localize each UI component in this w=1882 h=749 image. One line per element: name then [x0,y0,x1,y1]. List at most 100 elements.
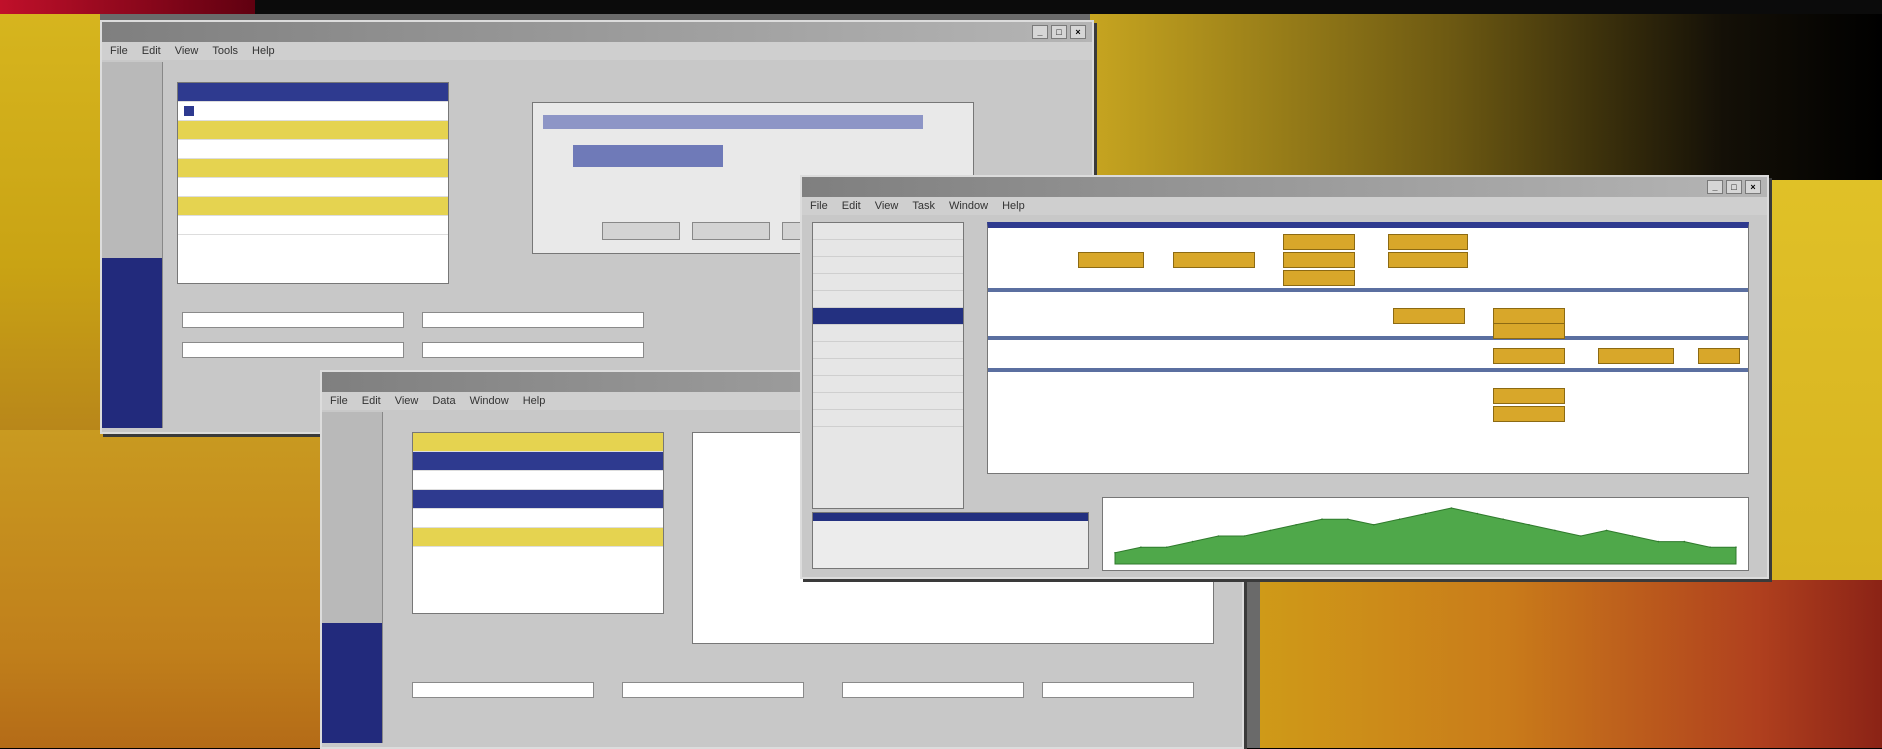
minimize-icon[interactable]: _ [1032,25,1048,39]
area-point [1243,535,1246,537]
gantt-task-bar[interactable] [1493,323,1565,339]
menu-help[interactable]: Help [252,45,275,57]
gantt-task-bar[interactable] [1078,252,1144,268]
gantt-task-bar[interactable] [1493,406,1565,422]
menu-window[interactable]: Window [949,200,988,212]
task-item[interactable] [813,274,963,291]
window-front-titlebar[interactable]: _ □ × [802,177,1767,197]
gantt-task-bar[interactable] [1493,308,1565,324]
footer-field[interactable] [842,682,1024,698]
close-icon[interactable]: × [1745,180,1761,194]
area-point [1554,529,1556,532]
menu-view[interactable]: View [875,200,899,212]
task-item[interactable] [813,410,963,427]
list-item[interactable] [413,490,663,509]
menu-tools[interactable]: Tools [212,45,238,57]
task-item[interactable] [813,342,963,359]
menu-view[interactable]: View [175,45,199,57]
gantt-task-bar[interactable] [1698,348,1740,364]
area-point [1140,546,1142,548]
footer-field[interactable] [1042,682,1194,698]
list-item[interactable] [178,121,448,140]
menu-edit[interactable]: Edit [362,395,381,407]
task-item[interactable] [813,359,963,376]
item-icon [184,106,194,116]
gantt-task-bar[interactable] [1393,308,1465,324]
window-back-button-2[interactable] [692,222,770,240]
menu-task[interactable]: Task [912,200,935,212]
list-item[interactable] [178,83,448,102]
list-item[interactable] [178,102,448,121]
task-item[interactable] [813,223,963,240]
gantt-task-bar[interactable] [1493,388,1565,404]
task-item[interactable] [813,308,963,325]
close-icon[interactable]: × [1070,25,1086,39]
list-item[interactable] [178,216,448,235]
area-point [1347,518,1349,520]
area-chart-pane [1102,497,1749,571]
gantt-chart[interactable] [987,222,1749,474]
menu-edit[interactable]: Edit [842,200,861,212]
list-item[interactable] [413,433,663,452]
list-item[interactable] [178,159,448,178]
window-middle-sidebar[interactable] [322,412,383,743]
task-item[interactable] [813,393,963,410]
window-back-button-1[interactable] [602,222,680,240]
window-back-titlebar[interactable]: _ □ × [102,22,1092,42]
menu-data[interactable]: Data [432,395,455,407]
area-series [1114,507,1737,565]
list-item[interactable] [178,197,448,216]
menu-file[interactable]: File [330,395,348,407]
menu-help[interactable]: Help [523,395,546,407]
window-back-field[interactable] [182,312,404,328]
sidebar-blue-panel [102,258,162,428]
menu-edit[interactable]: Edit [142,45,161,57]
area-point [1657,540,1660,543]
list-item[interactable] [413,509,663,528]
gantt-row [988,292,1748,340]
menu-file[interactable]: File [110,45,128,57]
resource-selected-row[interactable] [813,513,1088,521]
area-point [1191,540,1194,543]
area-point [1631,535,1634,537]
list-item[interactable] [413,452,663,471]
menu-help[interactable]: Help [1002,200,1025,212]
list-item[interactable] [413,471,663,490]
task-item[interactable] [813,291,963,308]
gantt-task-bar[interactable] [1283,270,1355,286]
window-front[interactable]: _ □ × File Edit View Task Window Help [800,175,1769,579]
task-item[interactable] [813,240,963,257]
window-middle-list[interactable] [412,432,664,614]
gantt-task-bar[interactable] [1388,252,1468,268]
task-item[interactable] [813,376,963,393]
area-point [1450,507,1453,509]
left-yellow-block [0,14,100,434]
gantt-task-bar[interactable] [1173,252,1255,268]
resource-list[interactable] [812,512,1089,569]
menu-window[interactable]: Window [470,395,509,407]
gantt-task-bar[interactable] [1598,348,1674,364]
task-item[interactable] [813,325,963,342]
task-list[interactable] [812,222,964,509]
window-back-field[interactable] [182,342,404,358]
gantt-task-bar[interactable] [1388,234,1468,250]
minimize-icon[interactable]: _ [1707,180,1723,194]
window-back-field[interactable] [422,312,644,328]
maximize-icon[interactable]: □ [1726,180,1742,194]
gantt-task-bar[interactable] [1493,348,1565,364]
menu-file[interactable]: File [810,200,828,212]
footer-field[interactable] [412,682,594,698]
list-item[interactable] [413,528,663,547]
detail-header-bar [543,115,923,129]
task-item[interactable] [813,257,963,274]
window-back-list[interactable] [177,82,449,284]
window-back-field[interactable] [422,342,644,358]
list-item[interactable] [178,140,448,159]
gantt-task-bar[interactable] [1283,252,1355,268]
menu-view[interactable]: View [395,395,419,407]
window-back-sidebar[interactable] [102,62,163,428]
footer-field[interactable] [622,682,804,698]
maximize-icon[interactable]: □ [1051,25,1067,39]
gantt-task-bar[interactable] [1283,234,1355,250]
list-item[interactable] [178,178,448,197]
